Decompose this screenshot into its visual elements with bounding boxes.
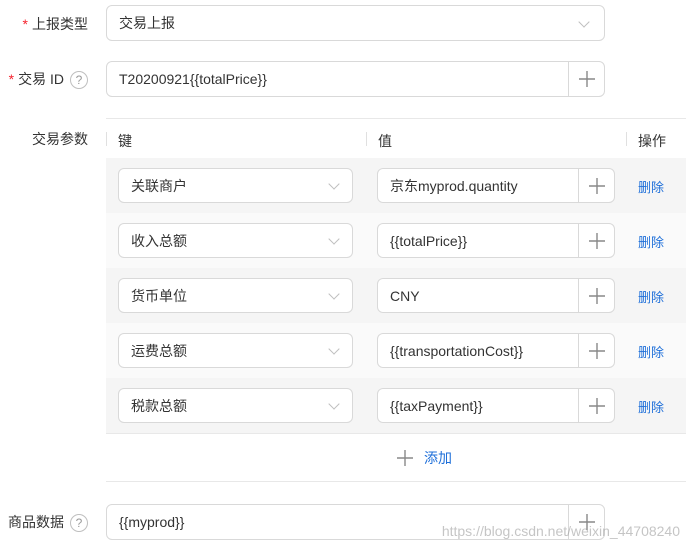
param-key-value: 收入总额	[131, 232, 187, 249]
delete-link[interactable]: 删除	[638, 342, 664, 361]
plus-icon	[588, 177, 605, 194]
tx-id-value: T20200921{{totalPrice}}	[119, 71, 267, 87]
report-type-select[interactable]: 交易上报	[106, 5, 605, 41]
plus-icon	[578, 71, 595, 87]
param-value-input[interactable]: {{taxPayment}}	[377, 388, 615, 423]
plus-icon	[588, 287, 605, 304]
param-key-value: 货币单位	[131, 287, 187, 304]
tx-id-insert-button[interactable]	[568, 62, 604, 96]
param-value-input[interactable]: CNY	[377, 278, 615, 313]
column-divider	[106, 132, 107, 146]
param-value-insert-button[interactable]	[578, 389, 614, 422]
param-value-insert-button[interactable]	[578, 334, 614, 367]
param-key-select[interactable]: 关联商户	[118, 168, 353, 203]
param-row: 收入总额 {{totalPrice}} 删除	[106, 213, 686, 268]
delete-link[interactable]: 删除	[638, 397, 664, 416]
chevron-down-icon	[328, 343, 340, 355]
param-value-text: {{transportationCost}}	[390, 342, 524, 359]
param-value-input[interactable]: {{transportationCost}}	[377, 333, 615, 368]
add-param-label: 添加	[424, 450, 452, 466]
chevron-down-icon	[328, 288, 340, 300]
product-data-label: 商品数据?	[0, 512, 88, 533]
param-key-select[interactable]: 运费总额	[118, 333, 353, 368]
column-action-header: 操作	[638, 133, 666, 149]
plus-icon	[397, 450, 413, 466]
watermark: https://blog.csdn.net/weixin_44708240	[441, 523, 680, 539]
required-mark: *	[22, 16, 28, 32]
plus-icon	[588, 232, 605, 249]
chevron-down-icon	[328, 233, 340, 245]
params-table: 键 值 操作 关联商户 京东myprod.quantity 删除 收入总额 {{…	[106, 118, 686, 482]
required-mark: *	[8, 71, 15, 87]
param-key-select[interactable]: 税款总额	[118, 388, 353, 423]
chevron-down-icon	[328, 178, 340, 190]
params-add-row: 添加	[106, 433, 686, 482]
chevron-down-icon	[328, 398, 340, 410]
param-row: 运费总额 {{transportationCost}} 删除	[106, 323, 686, 378]
tx-id-label: * 交易 ID?	[0, 69, 88, 90]
param-value-insert-button[interactable]	[578, 224, 614, 257]
delete-link[interactable]: 删除	[638, 287, 664, 306]
plus-icon	[588, 397, 605, 414]
param-value-text: 京东myprod.quantity	[390, 177, 518, 194]
product-data-value: {{myprod}}	[119, 514, 185, 530]
param-value-insert-button[interactable]	[578, 279, 614, 312]
param-value-input[interactable]: 京东myprod.quantity	[377, 168, 615, 203]
delete-link[interactable]: 删除	[638, 177, 664, 196]
param-key-value: 运费总额	[131, 342, 187, 359]
param-key-value: 关联商户	[131, 177, 187, 194]
report-type-label: * 上报类型	[22, 16, 88, 32]
param-row: 货币单位 CNY 删除	[106, 268, 686, 323]
param-value-input[interactable]: {{totalPrice}}	[377, 223, 615, 258]
column-divider	[366, 132, 367, 146]
params-label: 交易参数	[32, 131, 88, 147]
param-key-value: 税款总额	[131, 397, 187, 414]
column-value-header: 值	[378, 133, 392, 149]
column-divider	[626, 132, 627, 146]
plus-icon	[588, 342, 605, 359]
param-value-text: {{taxPayment}}	[390, 397, 483, 414]
param-value-text: CNY	[390, 287, 420, 304]
param-value-insert-button[interactable]	[578, 169, 614, 202]
param-row: 税款总额 {{taxPayment}} 删除	[106, 378, 686, 433]
tx-id-input[interactable]: T20200921{{totalPrice}}	[106, 61, 605, 97]
param-key-select[interactable]: 收入总额	[118, 223, 353, 258]
delete-link[interactable]: 删除	[638, 232, 664, 251]
help-icon[interactable]: ?	[70, 514, 88, 533]
param-key-select[interactable]: 货币单位	[118, 278, 353, 313]
params-header: 键 值 操作	[106, 118, 686, 158]
param-value-text: {{totalPrice}}	[390, 232, 468, 249]
report-type-value: 交易上报	[119, 15, 175, 31]
help-icon[interactable]: ?	[70, 71, 88, 90]
add-param-button[interactable]: 添加	[396, 448, 452, 468]
param-row: 关联商户 京东myprod.quantity 删除	[106, 158, 686, 213]
chevron-down-icon	[578, 16, 590, 28]
column-key-header: 键	[118, 133, 132, 149]
